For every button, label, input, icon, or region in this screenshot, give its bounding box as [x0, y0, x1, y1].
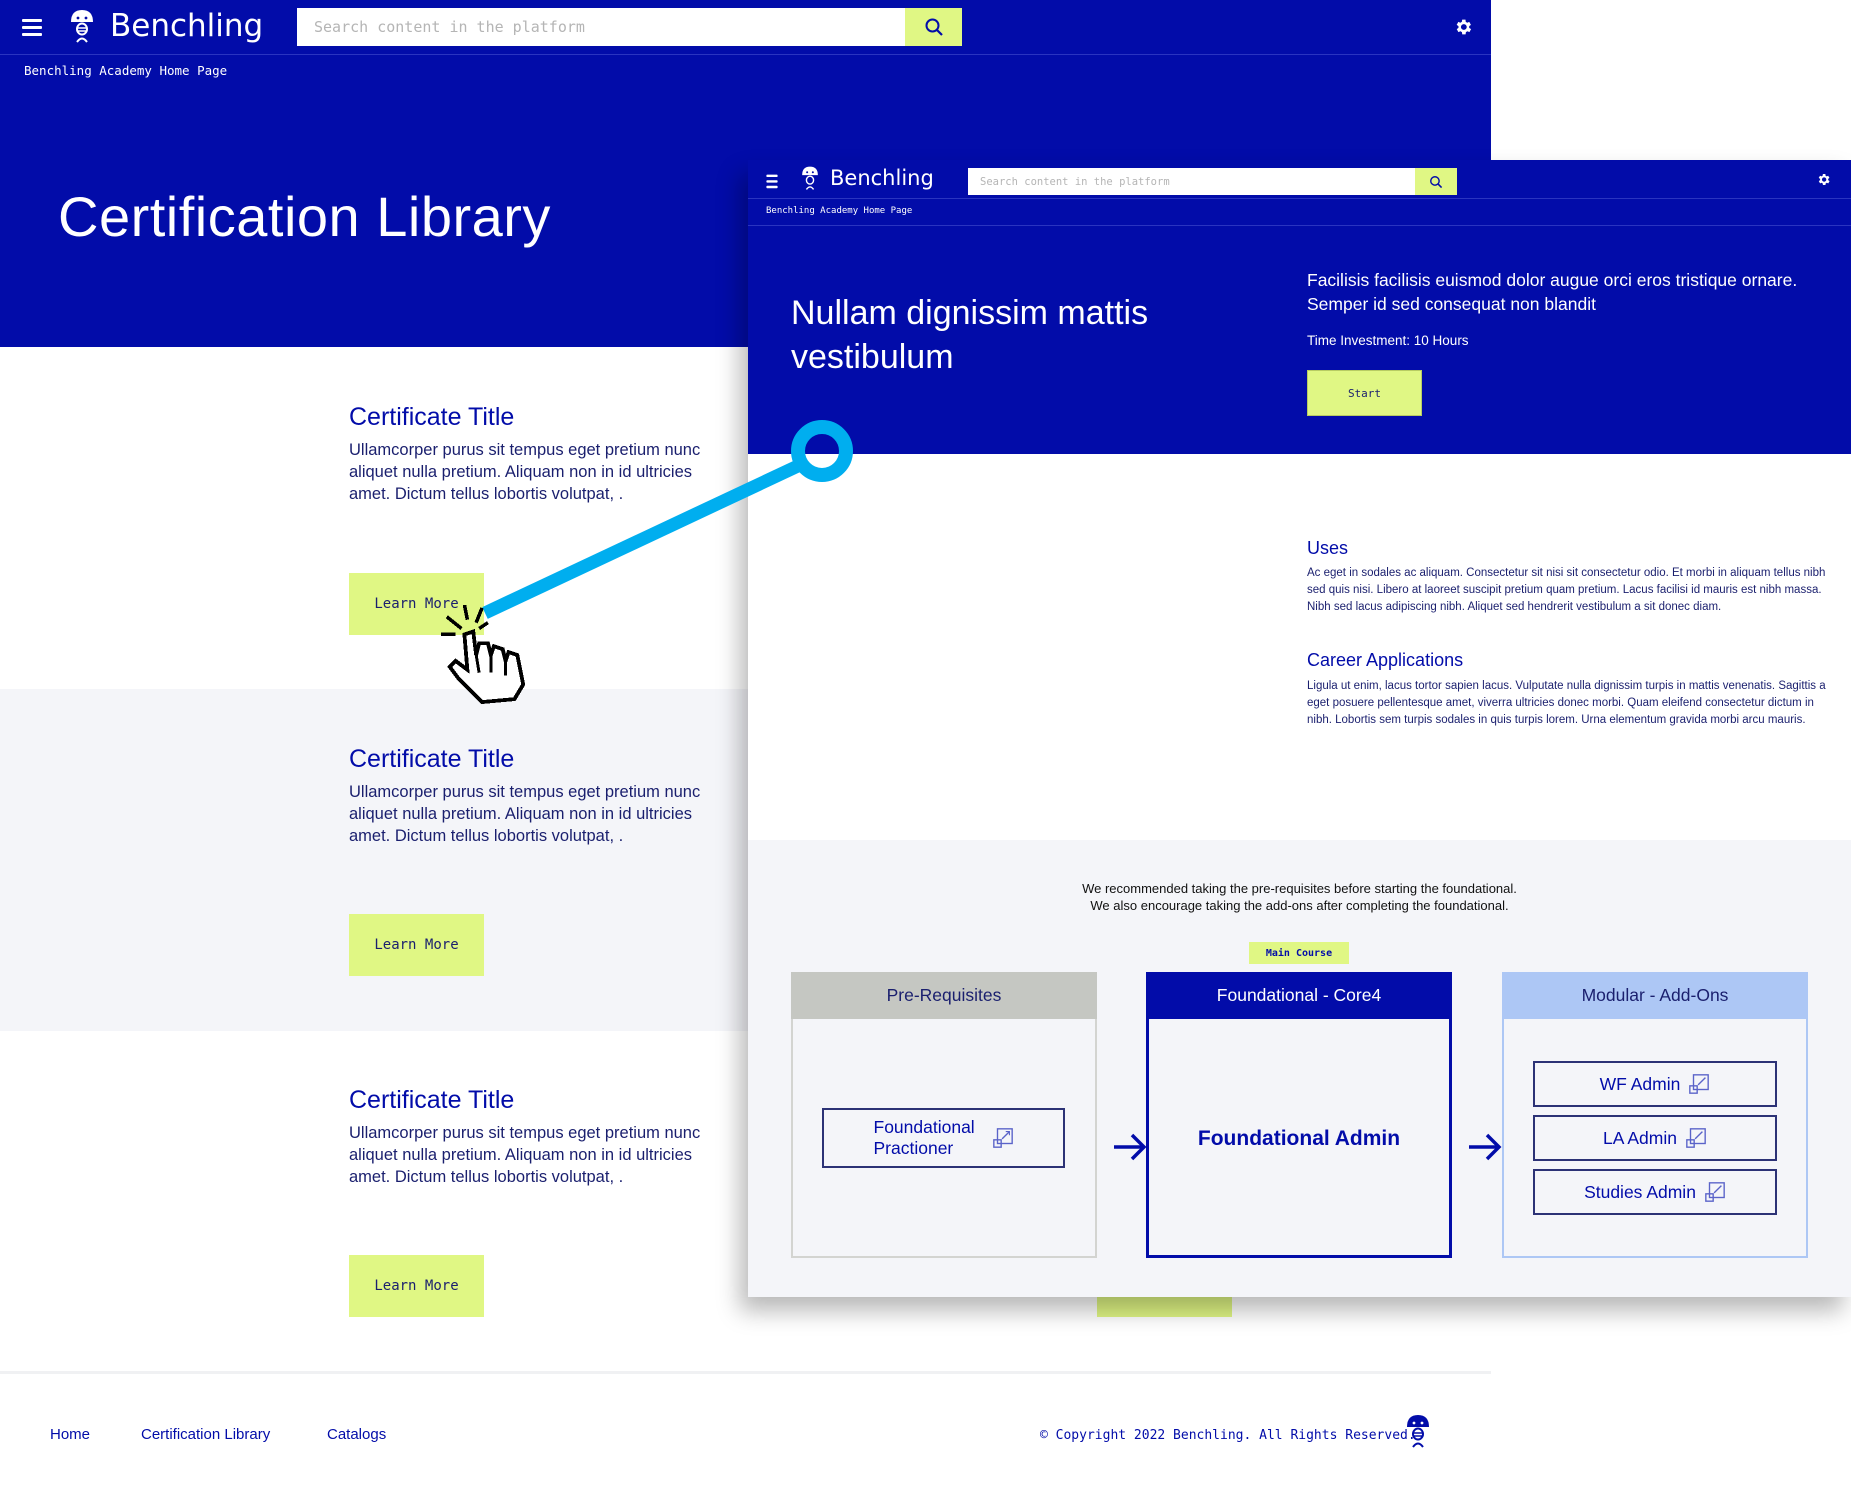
- course-link-foundational-admin[interactable]: Foundational Admin: [1149, 1019, 1449, 1258]
- main-course-badge: Main Course: [1249, 942, 1349, 964]
- certificate-title: Certificate Title: [349, 403, 515, 431]
- certificate-description: Ullamcorper purus sit tempus eget pretiu…: [349, 441, 701, 503]
- learning-path-note: We recommended taking the pre-requisites…: [748, 880, 1851, 914]
- foundational-column: Foundational - Core4 Foundational Admin: [1146, 972, 1452, 1258]
- hidden-learn-more-button: [1097, 1297, 1232, 1317]
- footer-link-home[interactable]: Home: [50, 1426, 90, 1443]
- addons-column: Modular - Add-Ons WF Admin LA Admin Stud…: [1502, 972, 1808, 1258]
- copyright-text: © Copyright 2022 Benchling. All Rights R…: [1040, 1428, 1416, 1443]
- footer-link-certification-library[interactable]: Certification Library: [141, 1426, 270, 1443]
- breadcrumb: Benchling Academy Home Page: [0, 54, 1491, 87]
- foundational-heading: Foundational - Core4: [1146, 972, 1452, 1019]
- page-title: Certification Library: [58, 185, 551, 248]
- course-link-label: LA Admin: [1603, 1127, 1677, 1148]
- brand-logo[interactable]: Benchling: [800, 165, 934, 191]
- uses-heading: Uses: [1307, 538, 1349, 558]
- search-bar: [297, 8, 962, 46]
- mascot-footer-icon: [1407, 1415, 1429, 1448]
- learning-path-note-line: We recommended taking the pre-requisites…: [1082, 881, 1517, 896]
- certificate-hero: Nullam dignissim mattis vestibulum Facil…: [748, 226, 1851, 454]
- search-bar: [968, 168, 1457, 195]
- certificate-detail-page: Benchling Benchling Academy Home Page Nu…: [748, 160, 1851, 1297]
- certificate-description: Ullamcorper purus sit tempus eget pretiu…: [349, 1124, 701, 1186]
- course-link-foundational-practioner[interactable]: Foundational Practioner: [822, 1108, 1065, 1168]
- career-applications-heading: Career Applications: [1307, 650, 1464, 670]
- time-investment: Time Investment: 10 Hours: [1307, 333, 1469, 348]
- prerequisites-heading: Pre-Requisites: [791, 972, 1097, 1019]
- learn-more-button[interactable]: Learn More: [349, 914, 484, 976]
- course-link-label: WF Admin: [1599, 1073, 1681, 1094]
- course-link-studies-admin[interactable]: Studies Admin: [1533, 1169, 1777, 1215]
- certificate-title: Certificate Title: [349, 1086, 515, 1114]
- addons-heading: Modular - Add-Ons: [1502, 972, 1808, 1019]
- certificate-image: [748, 494, 1206, 800]
- arrow-right-icon: [1114, 1133, 1147, 1161]
- brand-name: Benchling: [830, 166, 934, 190]
- course-link-label: Studies Admin: [1584, 1181, 1696, 1202]
- search-input[interactable]: [968, 168, 1415, 195]
- gear-icon[interactable]: [1453, 17, 1473, 37]
- menu-icon[interactable]: [766, 171, 778, 190]
- certificate-card: Certificate Title Ullamcorper purus sit …: [0, 689, 748, 1031]
- certificate-title: Certificate Title: [349, 745, 515, 773]
- footer-link-catalogs[interactable]: Catalogs: [327, 1426, 386, 1443]
- search-button[interactable]: [1415, 168, 1457, 195]
- brand-logo[interactable]: Benchling: [68, 8, 263, 44]
- prerequisites-column: Pre-Requisites Foundational Practioner: [791, 972, 1097, 1258]
- hidden-certificate-image: [806, 1297, 1076, 1317]
- search-input[interactable]: [297, 8, 905, 46]
- breadcrumb: Benchling Academy Home Page: [748, 198, 1851, 226]
- search-icon: [925, 18, 943, 36]
- certificate-card: Certificate Title Ullamcorper purus sit …: [0, 347, 748, 689]
- arrow-right-icon: [1469, 1133, 1502, 1161]
- certificate-heading: Nullam dignissim mattis vestibulum: [791, 294, 1149, 376]
- start-button[interactable]: Start: [1307, 370, 1422, 416]
- certificate-image: [57, 1084, 329, 1318]
- gear-icon[interactable]: [1816, 172, 1831, 187]
- certificate-image: [57, 401, 329, 635]
- external-link-icon: [992, 1128, 1013, 1148]
- search-icon: [1430, 175, 1443, 188]
- breadcrumb-home-link[interactable]: Benchling Academy Home Page: [24, 63, 227, 78]
- learning-path: We recommended taking the pre-requisites…: [748, 840, 1851, 1297]
- learn-more-button[interactable]: Learn More: [349, 1255, 484, 1317]
- course-link-la-admin[interactable]: LA Admin: [1533, 1115, 1777, 1161]
- certificate-image: [57, 743, 329, 977]
- top-nav-bar: Benchling: [0, 0, 1491, 54]
- learning-path-note-line: We also encourage taking the add-ons aft…: [1090, 898, 1509, 913]
- mascot-logo-icon: [71, 10, 93, 43]
- career-applications-text: Ligula ut enim, lacus tortor sapien lacu…: [1307, 680, 1826, 726]
- certificate-intro: Facilisis facilisis euismod dolor augue …: [1307, 270, 1798, 314]
- certificate-card: Certificate Title Ullamcorper purus sit …: [0, 1031, 748, 1373]
- external-link-icon: [1689, 1074, 1710, 1094]
- uses-text: Ac eget in sodales ac aliquam. Consectet…: [1307, 567, 1826, 613]
- footer-divider: [0, 1371, 1491, 1374]
- search-button[interactable]: [905, 8, 962, 46]
- breadcrumb-home-link[interactable]: Benchling Academy Home Page: [766, 206, 912, 216]
- external-link-icon: [1705, 1182, 1725, 1202]
- brand-name: Benchling: [110, 8, 264, 44]
- pointer-hand-icon: [440, 605, 526, 705]
- external-link-icon: [1686, 1128, 1706, 1148]
- menu-icon[interactable]: [22, 15, 42, 39]
- course-link-wf-admin[interactable]: WF Admin: [1533, 1061, 1777, 1107]
- course-link-label: Foundational Practioner: [873, 1117, 975, 1158]
- top-nav-bar: Benchling: [748, 160, 1851, 198]
- mascot-logo-icon: [802, 166, 818, 190]
- certificate-description: Ullamcorper purus sit tempus eget pretiu…: [349, 783, 701, 845]
